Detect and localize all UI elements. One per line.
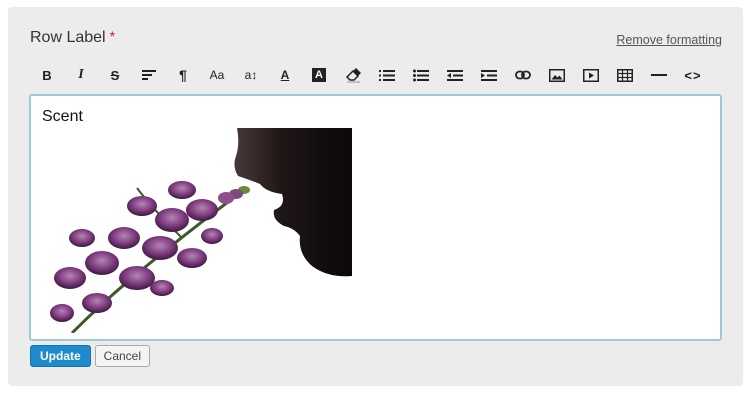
horizontal-rule-icon [651, 74, 667, 76]
bold-button[interactable]: B [30, 58, 64, 92]
link-button[interactable] [506, 58, 540, 92]
table-icon [617, 68, 633, 82]
video-icon [583, 68, 599, 82]
form-actions: Update Cancel [30, 345, 151, 367]
required-mark: * [109, 28, 116, 44]
align-icon [142, 70, 156, 80]
ordered-list-button[interactable] [370, 58, 404, 92]
outdent-button[interactable] [438, 58, 472, 92]
eraser-button[interactable] [336, 58, 370, 92]
cancel-button[interactable]: Cancel [94, 345, 151, 367]
strikethrough-icon: S [110, 67, 120, 83]
font-size-button[interactable]: a↕ [234, 58, 268, 92]
bold-icon: B [42, 67, 52, 83]
italic-icon: I [78, 67, 84, 82]
code-view-button[interactable]: <> [676, 58, 710, 92]
link-icon [515, 70, 531, 80]
align-button[interactable] [132, 58, 166, 92]
update-button[interactable]: Update [30, 345, 91, 367]
ordered-list-icon [379, 69, 395, 81]
image-icon [549, 68, 565, 82]
image-button[interactable] [540, 58, 574, 92]
font-family-icon: Aa [209, 68, 225, 82]
background-color-button[interactable]: A [302, 58, 336, 92]
text-color-button[interactable]: A [268, 58, 302, 92]
indent-icon [481, 69, 497, 81]
background-color-icon: A [312, 68, 326, 82]
unordered-list-icon [413, 69, 429, 81]
horizontal-rule-button[interactable] [642, 58, 676, 92]
strikethrough-button[interactable]: S [98, 58, 132, 92]
font-size-icon: a↕ [244, 68, 258, 82]
field-label-text: Row Label [30, 29, 106, 46]
field-label: Row Label * [30, 28, 116, 47]
table-button[interactable] [608, 58, 642, 92]
italic-button[interactable]: I [64, 58, 98, 92]
font-family-button[interactable]: Aa [200, 58, 234, 92]
remove-formatting-link[interactable]: Remove formatting [616, 33, 722, 47]
field-header: Row Label * Remove formatting [30, 28, 722, 49]
editor-toolbar: B I S ¶ Aa a↕ A A <> [30, 58, 722, 92]
video-button[interactable] [574, 58, 608, 92]
flower-face-photo [50, 128, 352, 333]
indent-button[interactable] [472, 58, 506, 92]
editor-text: Scent [42, 108, 83, 125]
paragraph-icon: ¶ [179, 67, 187, 83]
text-color-icon: A [280, 68, 290, 82]
form-panel: Row Label* Remove formatting B I S ¶ Aa [8, 7, 743, 386]
unordered-list-button[interactable] [404, 58, 438, 92]
paragraph-button[interactable]: ¶ [166, 58, 200, 92]
eraser-icon [345, 68, 361, 83]
rich-text-editor[interactable]: Scent [29, 94, 722, 341]
code-view-icon: <> [684, 67, 702, 83]
outdent-icon [447, 69, 463, 81]
